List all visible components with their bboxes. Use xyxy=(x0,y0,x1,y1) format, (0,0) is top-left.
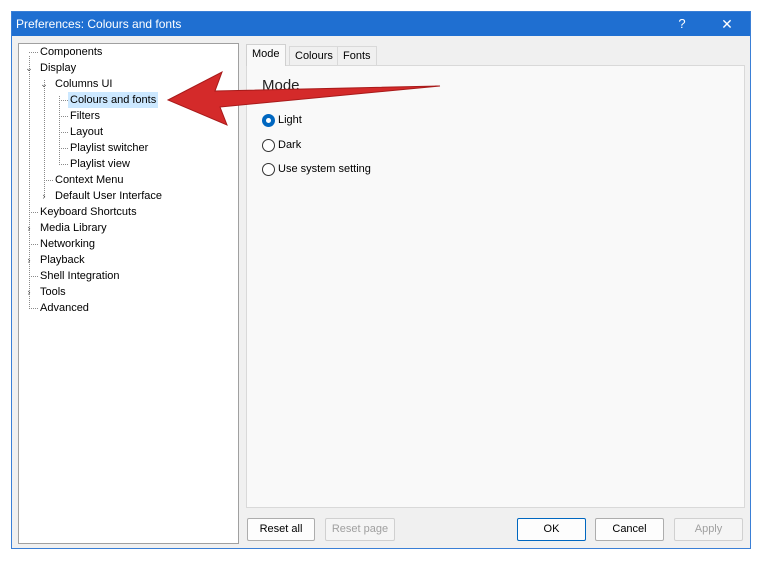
chevron-right-icon[interactable]: › xyxy=(25,256,33,265)
apply-button[interactable]: Apply xyxy=(674,518,743,541)
radio-label: Use system setting xyxy=(278,163,371,175)
reset-page-button[interactable]: Reset page xyxy=(325,518,395,541)
tree-branch xyxy=(59,132,68,133)
ok-button[interactable]: OK xyxy=(517,518,586,541)
tree-item-tools[interactable]: Tools xyxy=(38,284,68,300)
tree-item-columns-ui[interactable]: Columns UI xyxy=(53,76,114,92)
tree-item-layout[interactable]: Layout xyxy=(68,124,105,140)
chevron-right-icon[interactable]: › xyxy=(40,192,48,201)
tree-item-display[interactable]: Display xyxy=(38,60,78,76)
radio-unchecked-icon[interactable] xyxy=(262,162,275,176)
tab-mode[interactable]: Mode xyxy=(246,44,286,66)
tree-line-root xyxy=(29,56,30,309)
preferences-tree[interactable]: ⌄ ⌄ › › › › Components Display Columns U… xyxy=(18,43,239,544)
tree-branch xyxy=(29,212,38,213)
tree-item-filters[interactable]: Filters xyxy=(68,108,102,124)
cancel-button[interactable]: Cancel xyxy=(595,518,664,541)
radio-label: Dark xyxy=(278,139,302,151)
tree-item-components[interactable]: Components xyxy=(38,44,104,60)
radio-dark[interactable]: Dark xyxy=(262,137,301,153)
tree-item-default-user-interface[interactable]: Default User Interface xyxy=(53,188,164,204)
tree-item-playlist-switcher[interactable]: Playlist switcher xyxy=(68,140,150,156)
tree-item-networking[interactable]: Networking xyxy=(38,236,97,252)
radio-checked-icon[interactable] xyxy=(262,113,275,127)
tree-item-keyboard-shortcuts[interactable]: Keyboard Shortcuts xyxy=(38,204,139,220)
radio-label: Light xyxy=(278,114,302,126)
tree-branch xyxy=(29,244,38,245)
tree-branch xyxy=(44,180,53,181)
tree-item-advanced[interactable]: Advanced xyxy=(38,300,91,316)
tree-line-columns-ui xyxy=(59,96,60,165)
tree-item-playback[interactable]: Playback xyxy=(38,252,87,268)
chevron-right-icon[interactable]: › xyxy=(25,224,33,233)
tree-item-playlist-view[interactable]: Playlist view xyxy=(68,156,132,172)
tree-branch xyxy=(29,308,38,309)
tree-branch xyxy=(59,100,68,101)
tree-branch xyxy=(29,276,38,277)
chevron-down-icon[interactable]: ⌄ xyxy=(25,64,33,73)
chevron-down-icon[interactable]: ⌄ xyxy=(40,80,48,89)
mode-panel: Mode Light Dark Use system setting xyxy=(246,65,745,508)
close-button[interactable]: ✕ xyxy=(707,12,747,36)
radio-use-system-setting[interactable]: Use system setting xyxy=(262,161,371,177)
section-heading-mode: Mode xyxy=(262,77,300,94)
tree-branch xyxy=(59,164,68,165)
tree-branch xyxy=(59,148,68,149)
tree-item-colours-and-fonts[interactable]: Colours and fonts xyxy=(68,92,159,108)
tab-fonts[interactable]: Fonts xyxy=(337,46,377,65)
tree-item-context-menu[interactable]: Context Menu xyxy=(53,172,125,188)
preferences-window: Preferences: Colours and fonts ? ✕ ⌄ ⌄ ›… xyxy=(11,11,751,549)
help-button[interactable]: ? xyxy=(662,12,702,36)
tree-item-shell-integration[interactable]: Shell Integration xyxy=(38,268,122,284)
reset-all-button[interactable]: Reset all xyxy=(247,518,315,541)
tree-item-media-library[interactable]: Media Library xyxy=(38,220,109,236)
tree-branch xyxy=(29,52,38,53)
title-bar: Preferences: Colours and fonts ? ✕ xyxy=(12,12,750,36)
tab-colours[interactable]: Colours xyxy=(289,46,339,65)
radio-light[interactable]: Light xyxy=(262,112,302,128)
radio-unchecked-icon[interactable] xyxy=(262,138,275,152)
tree-branch xyxy=(59,116,68,117)
window-title: Preferences: Colours and fonts xyxy=(16,17,182,31)
chevron-right-icon[interactable]: › xyxy=(25,288,33,297)
